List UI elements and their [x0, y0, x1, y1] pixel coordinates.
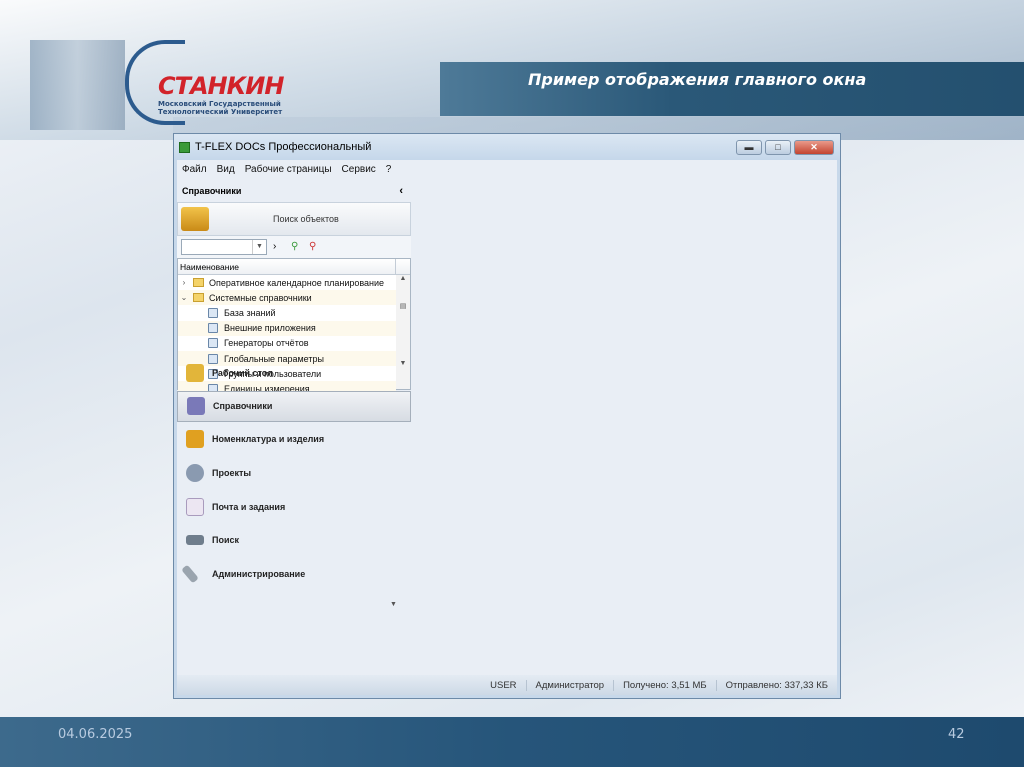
report-generator-icon — [208, 338, 218, 349]
menu-view[interactable]: Вид — [217, 164, 235, 175]
panel-header-title: Справочники — [182, 186, 242, 196]
mail-icon — [186, 497, 204, 516]
tree-item[interactable]: ⌄ Системные справочники — [178, 290, 396, 306]
navigation-pane: Рабочий стол Справочники Номенклатура и … — [177, 356, 411, 608]
search-objects-button[interactable]: Поиск объектов — [177, 202, 411, 236]
tree-item-label: Оперативное календарное планирование — [209, 277, 385, 288]
collapse-icon[interactable]: ⌄ — [178, 293, 190, 302]
minimize-button[interactable]: ▬ — [736, 139, 762, 155]
logo-name: СТАНКИН — [158, 72, 284, 100]
tree-item[interactable]: › Оперативное календарное планирование — [178, 275, 396, 290]
nav-projects[interactable]: Проекты — [177, 456, 411, 490]
nav-search[interactable]: Поиск — [177, 523, 411, 557]
logo-subtitle: Московский Государственный Технологически… — [158, 100, 282, 116]
building-image — [30, 40, 125, 130]
chevron-down-icon[interactable]: ▼ — [252, 240, 266, 254]
stankin-logo: СТАНКИН Московский Государственный Технол… — [25, 25, 295, 135]
menu-file[interactable]: Файл — [182, 164, 207, 175]
nav-administration[interactable]: Администрирование — [177, 557, 411, 591]
status-received: Получено: 3,51 МБ — [613, 679, 716, 691]
folder-icon — [193, 278, 204, 288]
menu-help[interactable]: ? — [386, 164, 392, 175]
folder-icon — [193, 293, 204, 303]
app-window: T-FLEX DOCs Профессиональный ▬ □ ✕ Файл … — [173, 133, 841, 699]
panel-header: Справочники ‹ — [177, 180, 411, 202]
tree-item-label: База знаний — [224, 307, 276, 318]
collapse-panel-icon[interactable]: ‹ — [399, 185, 403, 197]
tree-item[interactable]: Генераторы отчётов — [178, 336, 396, 351]
database-icon — [187, 397, 205, 416]
nav-directories[interactable]: Справочники — [177, 390, 411, 422]
window-title: T-FLEX DOCs Профессиональный — [195, 141, 372, 153]
find-icon[interactable]: ⚲ — [291, 241, 303, 253]
menu-workpages[interactable]: Рабочие страницы — [245, 164, 332, 175]
status-user: USER — [490, 679, 517, 691]
slide-page-number: 42 — [948, 727, 965, 742]
nav-label: Администрирование — [212, 568, 306, 579]
nav-label: Справочники — [213, 401, 273, 412]
slide-date: 04.06.2025 — [58, 727, 133, 742]
status-bar: USER Администратор Получено: 3,51 МБ Отп… — [177, 675, 837, 695]
close-button[interactable]: ✕ — [794, 139, 834, 155]
nav-label: Рабочий стол — [212, 367, 273, 378]
search-objects-label: Поиск объектов — [273, 214, 339, 224]
status-sent: Отправлено: 337,33 КБ — [715, 679, 837, 691]
app-icon — [179, 141, 190, 153]
box-icon — [186, 430, 204, 449]
tree-item[interactable]: Внешние приложения — [178, 320, 396, 336]
tree-item-label: Генераторы отчётов — [224, 338, 309, 349]
footer-band — [0, 717, 1024, 767]
external-apps-icon — [208, 323, 218, 334]
slide-title: Пример отображения главного окна — [528, 70, 867, 89]
tree-item-label: Системные справочники — [209, 292, 312, 303]
desktop-icon — [186, 363, 204, 382]
expand-icon[interactable]: › — [178, 278, 190, 287]
wrench-icon — [181, 564, 199, 584]
nav-label: Проекты — [212, 467, 252, 478]
find-advanced-icon[interactable]: ⚲ — [309, 241, 321, 253]
logo-subtitle-2: Технологический Университет — [158, 108, 283, 116]
search-objects-icon — [181, 207, 209, 231]
logo-subtitle-1: Московский Государственный — [158, 100, 281, 108]
panel-toolbar: ▼ › ⚲ ⚲ — [177, 236, 411, 258]
nav-label: Номенклатура и изделия — [212, 434, 325, 445]
gears-icon — [186, 463, 204, 482]
go-arrow-icon[interactable]: › — [273, 241, 285, 253]
knowledge-base-icon — [208, 307, 218, 318]
left-panel: Справочники ‹ Поиск объектов ▼ › ⚲ ⚲ Наи… — [177, 180, 411, 673]
column-header-name[interactable]: Наименование — [178, 259, 410, 275]
menu-bar: Файл Вид Рабочие страницы Сервис ? — [177, 160, 837, 178]
nav-overflow-icon[interactable]: ▼ — [390, 601, 397, 608]
nav-mail[interactable]: Почта и задания — [177, 490, 411, 524]
nav-label: Поиск — [212, 535, 240, 546]
window-client: Файл Вид Рабочие страницы Сервис ? Справ… — [177, 160, 837, 695]
window-titlebar[interactable]: T-FLEX DOCs Профессиональный ▬ □ ✕ — [174, 134, 840, 160]
filter-combo[interactable]: ▼ — [181, 239, 267, 255]
maximize-button[interactable]: □ — [765, 139, 791, 155]
tree-item-label: Внешние приложения — [224, 323, 316, 334]
tree-item[interactable]: База знаний — [178, 305, 396, 320]
menu-service[interactable]: Сервис — [342, 164, 376, 175]
binoculars-icon — [186, 535, 204, 546]
status-role: Администратор — [525, 679, 614, 691]
nav-label: Почта и задания — [212, 501, 286, 512]
nav-desktop[interactable]: Рабочий стол — [177, 356, 411, 390]
nav-nomenclature[interactable]: Номенклатура и изделия — [177, 423, 411, 457]
